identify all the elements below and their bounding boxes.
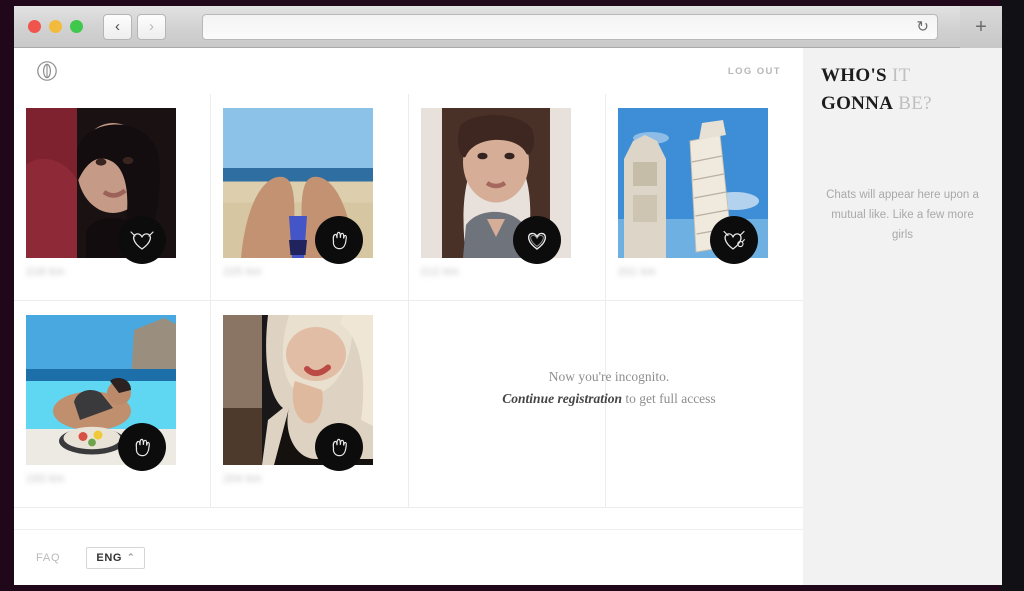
new-tab-button[interactable]: + <box>960 6 1002 48</box>
profile-card-4[interactable]: 201 km <box>606 94 803 300</box>
chevron-up-icon: ⌃ <box>127 552 136 562</box>
main-column: LOG OUT 218 km 225 km 212 km 201 km 193 … <box>14 48 803 585</box>
distance-label: 225 km <box>223 266 262 278</box>
distance-label: 212 km <box>420 266 459 278</box>
distance-label: 201 km <box>617 266 657 278</box>
screenshot-frame: ‹ › ↻ + LOG OUT 218 km 225 km 212 km 201… <box>0 0 1024 591</box>
incognito-notice: Now you're incognito. Continue registrat… <box>424 366 794 411</box>
window-controls[interactable] <box>28 20 83 33</box>
sidebar-title-light-1: IT <box>886 65 911 86</box>
address-bar[interactable]: ↻ <box>202 13 938 40</box>
sidebar-title-strong-1: WHO'S <box>821 65 887 86</box>
url-input[interactable] <box>211 19 929 34</box>
eye-logo[interactable] <box>36 60 58 82</box>
minimize-window-button[interactable] <box>49 20 62 33</box>
app-header: LOG OUT <box>14 48 803 94</box>
browser-window: ‹ › ↻ + LOG OUT 218 km 225 km 212 km 201… <box>14 6 1002 585</box>
sidebar-title-light-2: BE? <box>893 92 932 114</box>
forward-icon[interactable]: › <box>137 13 166 40</box>
profile-card-5[interactable]: 193 km <box>14 301 212 507</box>
maximize-window-button[interactable] <box>70 20 83 33</box>
browser-titlebar: ‹ › ↻ + <box>14 6 1002 48</box>
incognito-line-1: Now you're incognito. <box>548 369 670 384</box>
profile-card-2[interactable]: 225 km <box>211 94 409 300</box>
close-window-button[interactable] <box>28 20 41 33</box>
page-content: LOG OUT 218 km 225 km 212 km 201 km 193 … <box>14 48 1002 585</box>
grid-row: 218 km 225 km 212 km 201 km <box>14 94 803 301</box>
language-selector[interactable]: ENG ⌃ <box>86 546 146 569</box>
hand-wave-icon[interactable] <box>118 423 166 471</box>
incognito-line-2: Continue registration to get full access <box>424 388 794 410</box>
sidebar-title-strong-2: GONNA <box>821 92 894 114</box>
sidebar-empty-message: Chats will appear here upon a mutual lik… <box>826 189 979 242</box>
sidebar-title: WHO'S IT GONNA BE? <box>821 62 984 117</box>
heart-devil-icon[interactable] <box>118 216 166 264</box>
incognito-line-2-rest: to get full access <box>621 391 716 407</box>
hand-wave-icon[interactable] <box>315 216 364 264</box>
profile-card-1[interactable]: 218 km <box>14 94 212 300</box>
faq-link[interactable]: FAQ <box>36 552 60 564</box>
logout-button[interactable]: LOG OUT <box>728 66 781 77</box>
hand-wave-icon[interactable] <box>315 423 364 471</box>
distance-label: 193 km <box>26 473 65 485</box>
heart-icon[interactable] <box>512 216 561 264</box>
profile-card-6[interactable]: 204 km <box>211 301 409 507</box>
chat-sidebar: WHO'S IT GONNA BE? Chats will appear her… <box>803 48 1002 585</box>
reload-icon[interactable]: ↻ <box>916 19 929 34</box>
heart-devil-icon[interactable] <box>709 216 758 264</box>
distance-label: 218 km <box>26 266 65 278</box>
back-icon[interactable]: ‹ <box>103 13 132 40</box>
language-label: ENG <box>96 551 123 564</box>
profile-grid: 218 km 225 km 212 km 201 km 193 km 204 k… <box>14 94 803 529</box>
profile-card-3[interactable]: 212 km <box>409 94 606 300</box>
app-footer: FAQ ENG ⌃ <box>14 529 803 585</box>
continue-registration-link[interactable]: Continue registration <box>502 391 622 406</box>
desktop-background <box>1000 0 1024 591</box>
navigation-buttons[interactable]: ‹ › <box>103 13 166 40</box>
distance-label: 204 km <box>223 473 262 485</box>
